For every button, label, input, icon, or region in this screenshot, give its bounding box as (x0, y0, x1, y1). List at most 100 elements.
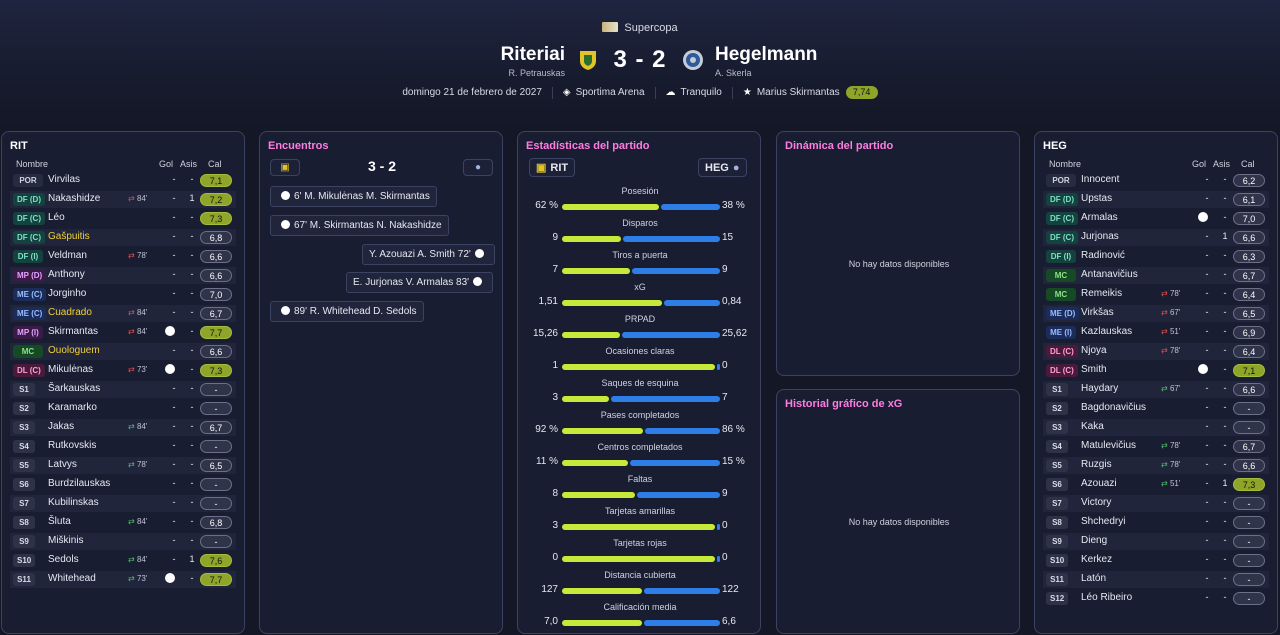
goal-event[interactable]: E. Jurjonas V. Armalas 83' (346, 272, 494, 293)
player-name[interactable]: Kerkez (1081, 554, 1112, 565)
player-name[interactable]: Dieng (1081, 535, 1107, 546)
player-row[interactable]: POR Innocent - -6,2 (1043, 172, 1269, 189)
col-goals[interactable]: Gol (1192, 159, 1206, 169)
player-name[interactable]: Remeikis (1081, 288, 1122, 299)
player-of-match[interactable]: Marius Skirmantas (757, 87, 840, 98)
player-name[interactable]: Burdzilauskas (48, 478, 110, 489)
player-row[interactable]: MP (I)Skirmantas⇄ 84'1-7,7 (10, 324, 236, 341)
player-name[interactable]: Upstas (1081, 193, 1112, 204)
player-name[interactable]: Rutkovskis (48, 440, 96, 451)
col-assists[interactable]: Asis (180, 159, 197, 169)
player-name[interactable]: Shchedryi (1081, 516, 1125, 527)
player-name[interactable]: Šarkauskas (48, 383, 100, 394)
player-row[interactable]: DF (D) Upstas - -6,1 (1043, 191, 1269, 208)
player-row[interactable]: POR Virvilas - -7,1 (10, 172, 236, 189)
col-name[interactable]: Nombre (16, 159, 48, 169)
player-name[interactable]: Šluta (48, 516, 71, 527)
player-row[interactable]: S9 Dieng - - - (1043, 533, 1269, 550)
player-name[interactable]: Miškinis (48, 535, 84, 546)
goal-event[interactable]: 67' M. Skirmantas N. Nakashidze (270, 215, 449, 236)
player-name[interactable]: Innocent (1081, 174, 1119, 185)
player-name[interactable]: Matulevičius (1081, 440, 1136, 451)
player-row[interactable]: MC Antanavičius - -6,7 (1043, 267, 1269, 284)
player-name[interactable]: Victory (1081, 497, 1111, 508)
player-name[interactable]: Cuadrado (48, 307, 92, 318)
player-row[interactable]: S12 Léo Ribeiro - - - (1043, 590, 1269, 607)
player-row[interactable]: S9 Miškinis - - - (10, 533, 236, 550)
player-row[interactable]: S8 Šluta ⇄ 84' - -6,8 (10, 514, 236, 531)
player-row[interactable]: DL (C) Njoya ⇄ 78' - -6,4 (1043, 343, 1269, 360)
player-name[interactable]: Njoya (1081, 345, 1107, 356)
player-row[interactable]: S5 Ruzgis ⇄ 78' - -6,6 (1043, 457, 1269, 474)
player-row[interactable]: DF (C) Jurjonas - 1 6,6 (1043, 229, 1269, 246)
col-assists[interactable]: Asis (1213, 159, 1230, 169)
player-name[interactable]: Léo (48, 212, 65, 223)
player-name[interactable]: Veldman (48, 250, 87, 261)
player-name[interactable]: Nakashidze (48, 193, 100, 204)
player-name[interactable]: Azouazi (1081, 478, 1117, 489)
player-row[interactable]: S4 Rutkovskis - - - (10, 438, 236, 455)
player-row[interactable]: DF (C) Gašpuitis - -6,8 (10, 229, 236, 246)
col-name[interactable]: Nombre (1049, 159, 1081, 169)
player-name[interactable]: Kubilinskas (48, 497, 99, 508)
player-row[interactable]: S3 Jakas ⇄ 84' - -6,7 (10, 419, 236, 436)
player-row[interactable]: DF (I) Radinović - -6,3 (1043, 248, 1269, 265)
player-name[interactable]: Léo Ribeiro (1081, 592, 1132, 603)
player-name[interactable]: Jakas (48, 421, 74, 432)
player-row[interactable]: MC Remeikis ⇄ 78' - -6,4 (1043, 286, 1269, 303)
player-row[interactable]: S11 Latón - - - (1043, 571, 1269, 588)
player-row[interactable]: S7 Victory - - - (1043, 495, 1269, 512)
player-row[interactable]: MC Ouologuem - -6,6 (10, 343, 236, 360)
away-manager[interactable]: A. Skerla (715, 68, 752, 78)
player-name[interactable]: Whitehead (48, 573, 96, 584)
competition[interactable]: Supercopa (0, 22, 1280, 34)
player-name[interactable]: Antanavičius (1081, 269, 1138, 280)
player-name[interactable]: Karamarko (48, 402, 97, 413)
player-row[interactable]: S2 Bagdonavičius - - - (1043, 400, 1269, 417)
player-name[interactable]: Jurjonas (1081, 231, 1119, 242)
player-row[interactable]: DF (D) Nakashidze ⇄ 84' - 1 7,2 (10, 191, 236, 208)
player-row[interactable]: S11Whitehead⇄ 73'--7,7 (10, 571, 236, 588)
player-row[interactable]: S10 Sedols ⇄ 84' - 1 7,6 (10, 552, 236, 569)
player-row[interactable]: S8 Shchedryi - - - (1043, 514, 1269, 531)
player-row[interactable]: DL (C)Smith--7,1 (1043, 362, 1269, 379)
player-row[interactable]: S4 Matulevičius ⇄ 78' - -6,7 (1043, 438, 1269, 455)
player-name[interactable]: Haydary (1081, 383, 1118, 394)
col-rating[interactable]: Cal (208, 159, 222, 169)
player-row[interactable]: S1 Haydary ⇄ 67' - -6,6 (1043, 381, 1269, 398)
player-row[interactable]: S3 Kaka - - - (1043, 419, 1269, 436)
player-row[interactable]: ME (C) Cuadrado ⇄ 84' - -6,7 (10, 305, 236, 322)
player-row[interactable]: S6 Burdzilauskas - - - (10, 476, 236, 493)
player-row[interactable]: ME (C) Jorginho - -7,0 (10, 286, 236, 303)
player-row[interactable]: S7 Kubilinskas - - - (10, 495, 236, 512)
player-name[interactable]: Jorginho (48, 288, 86, 299)
col-rating[interactable]: Cal (1241, 159, 1255, 169)
away-team-name[interactable]: Hegelmann (715, 44, 817, 66)
player-name[interactable]: Mikulėnas (48, 364, 93, 375)
player-row[interactable]: S2 Karamarko - - - (10, 400, 236, 417)
player-name[interactable]: Virvilas (48, 174, 80, 185)
player-name[interactable]: Armalas (1081, 212, 1118, 223)
player-row[interactable]: S5 Latvys ⇄ 78' - -6,5 (10, 457, 236, 474)
player-name[interactable]: Bagdonavičius (1081, 402, 1146, 413)
player-row[interactable]: S1 Šarkauskas - - - (10, 381, 236, 398)
player-row[interactable]: DF (I) Veldman ⇄ 78' - -6,6 (10, 248, 236, 265)
player-row[interactable]: DF (C)Armalas--7,0 (1043, 210, 1269, 227)
player-row[interactable]: S6 Azouazi ⇄ 51' - 1 7,3 (1043, 476, 1269, 493)
goal-event[interactable]: 6' M. Mikulėnas M. Skirmantas (270, 186, 437, 207)
player-name[interactable]: Kazlauskas (1081, 326, 1132, 337)
player-name[interactable]: Anthony (48, 269, 85, 280)
col-goals[interactable]: Gol (159, 159, 173, 169)
goal-event[interactable]: Y. Azouazi A. Smith 72' (362, 244, 495, 265)
player-name[interactable]: Virkšas (1081, 307, 1114, 318)
player-name[interactable]: Sedols (48, 554, 79, 565)
player-name[interactable]: Radinović (1081, 250, 1125, 261)
player-row[interactable]: ME (I) Kazlauskas ⇄ 51' - -6,9 (1043, 324, 1269, 341)
player-row[interactable]: ME (D) Virkšas ⇄ 67' - -6,5 (1043, 305, 1269, 322)
goal-event[interactable]: 89' R. Whitehead D. Sedols (270, 301, 424, 322)
player-row[interactable]: DL (C)Mikulėnas⇄ 73'--7,3 (10, 362, 236, 379)
player-name[interactable]: Ouologuem (48, 345, 100, 356)
player-name[interactable]: Ruzgis (1081, 459, 1112, 470)
player-name[interactable]: Skirmantas (48, 326, 98, 337)
player-name[interactable]: Smith (1081, 364, 1107, 375)
